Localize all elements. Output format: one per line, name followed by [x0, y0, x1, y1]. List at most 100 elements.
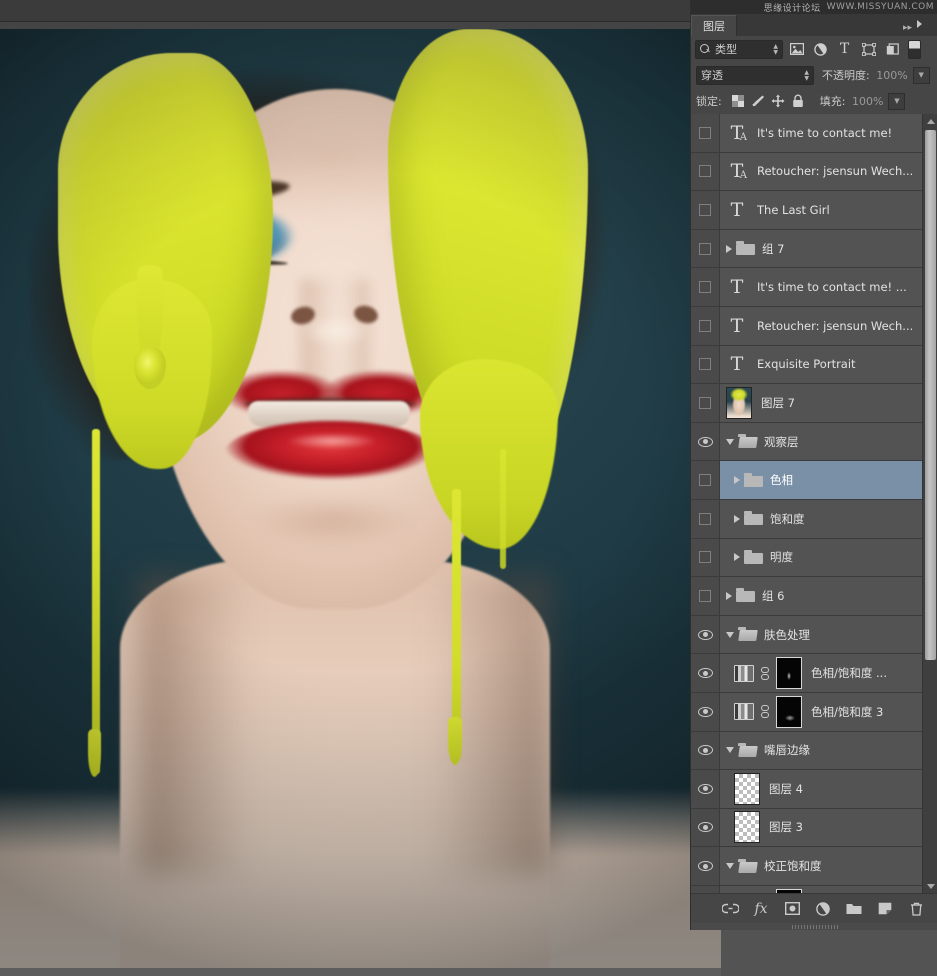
layer-row[interactable]: 观察层 [691, 422, 923, 462]
layer-row[interactable]: T It's time to contact me! ... [691, 268, 923, 307]
layer-visibility-toggle-off[interactable] [691, 461, 720, 499]
type-layer-filter-icon[interactable]: T [834, 39, 855, 59]
new-adjustment-layer-button[interactable] [813, 899, 833, 919]
smart-object-filter-icon[interactable] [882, 39, 903, 59]
layer-visibility-toggle-on[interactable] [691, 731, 720, 770]
layer-visibility-toggle-off[interactable] [691, 345, 720, 384]
layer-visibility-toggle-on[interactable] [691, 885, 720, 893]
fill-value[interactable]: 100% [848, 93, 886, 110]
fill-dropdown-icon[interactable]: ▼ [888, 92, 906, 110]
layer-thumbnail[interactable] [734, 811, 760, 844]
layer-row[interactable]: T A Retoucher: jsensun Wech... [691, 152, 923, 192]
layer-row[interactable]: 校正饱和度 [691, 847, 923, 886]
layer-visibility-toggle-off[interactable] [691, 268, 720, 306]
lock-position-icon[interactable] [768, 92, 788, 110]
layer-visibility-toggle-on[interactable] [691, 770, 720, 808]
layer-row[interactable]: 色相/饱和度 1 [691, 885, 923, 893]
layer-thumbnail[interactable] [734, 772, 760, 805]
layer-row[interactable]: 图层 3 [691, 808, 923, 848]
panel-tab-strip: 图层 ▸▸ [691, 14, 937, 36]
layer-name: It's time to contact me! [757, 125, 893, 140]
blend-mode-select[interactable]: 穿透 ▲ ▼ [696, 65, 814, 85]
layer-visibility-toggle-off[interactable] [691, 191, 720, 229]
type-layer-icon: T [730, 198, 744, 221]
layer-row[interactable]: 组 7 [691, 229, 923, 269]
double-chevron-right-icon[interactable]: ▸▸ [903, 23, 912, 33]
delete-layer-button[interactable] [906, 899, 926, 919]
chevron-right-icon[interactable] [726, 591, 732, 600]
layer-mask-thumbnail[interactable] [776, 657, 802, 690]
chevron-down-icon[interactable] [726, 863, 734, 870]
layer-style-fx-button[interactable]: fx [751, 899, 771, 919]
shape-layer-filter-icon[interactable] [858, 39, 879, 59]
scrollbar-thumb[interactable] [925, 130, 936, 660]
layer-visibility-toggle-on[interactable] [691, 422, 720, 461]
chevron-down-icon[interactable] [726, 631, 734, 638]
layer-row[interactable]: 图层 7 [691, 384, 923, 423]
layer-row[interactable]: T Retoucher: jsensun Wech... [691, 306, 923, 346]
layer-visibility-toggle-on[interactable] [691, 808, 720, 847]
layer-row[interactable]: T Exquisite Portrait [691, 345, 923, 385]
image-canvas[interactable] [0, 29, 721, 968]
chevron-right-icon[interactable] [726, 244, 732, 253]
layer-row[interactable]: 肤色处理 [691, 615, 923, 655]
stepper-arrows-icon[interactable]: ▲ ▼ [773, 43, 778, 55]
pixel-layer-filter-icon[interactable] [786, 39, 807, 59]
chevron-down-icon[interactable] [726, 438, 734, 445]
filter-type-select[interactable]: 类型 ▲ ▼ [695, 39, 783, 59]
layer-visibility-toggle-off[interactable] [691, 306, 720, 345]
layer-row[interactable]: 组 6 [691, 577, 923, 616]
layer-visibility-toggle-off[interactable] [691, 499, 720, 538]
layer-thumbnail[interactable] [726, 386, 752, 419]
layer-row[interactable]: T A It's time to contact me! [691, 114, 923, 153]
layer-list[interactable]: T A It's time to contact me! T A Retoucher: j… [691, 114, 923, 893]
layer-row[interactable]: 图层 4 [691, 770, 923, 809]
layer-row[interactable]: 明度 [691, 538, 923, 578]
mask-link-icon[interactable] [759, 665, 771, 682]
layer-visibility-toggle-off[interactable] [691, 114, 720, 152]
filter-enable-toggle[interactable] [908, 39, 921, 59]
add-layer-mask-button[interactable] [782, 899, 802, 919]
link-layers-button[interactable] [720, 899, 740, 919]
tab-layers[interactable]: 图层 [691, 15, 737, 36]
hue-saturation-adjustment-icon[interactable] [734, 664, 754, 682]
panel-resize-grip[interactable] [691, 923, 937, 930]
layer-visibility-toggle-on[interactable] [691, 847, 720, 885]
chevron-right-icon[interactable] [734, 514, 740, 523]
stepper-arrows-icon[interactable]: ▲ ▼ [804, 69, 809, 81]
layer-row[interactable]: 色相/饱和度 ... [691, 654, 923, 693]
hue-saturation-adjustment-icon[interactable] [734, 703, 754, 721]
layer-mask-thumbnail[interactable] [776, 695, 802, 728]
lock-transparent-pixels-icon[interactable] [728, 92, 748, 110]
layer-row[interactable]: 嘴唇边缘 [691, 731, 923, 771]
lock-image-pixels-icon[interactable] [748, 92, 768, 110]
layer-row[interactable]: 饱和度 [691, 499, 923, 539]
layer-visibility-toggle-off[interactable] [691, 229, 720, 268]
eye-icon [697, 436, 713, 447]
opacity-value[interactable]: 100% [873, 67, 911, 84]
mask-link-icon[interactable] [759, 703, 771, 720]
layer-visibility-toggle-off[interactable] [691, 577, 720, 615]
layer-visibility-toggle-on[interactable] [691, 692, 720, 731]
layer-visibility-toggle-off[interactable] [691, 152, 720, 191]
panel-menu-icon[interactable] [917, 19, 933, 33]
scroll-down-arrow[interactable] [923, 879, 937, 893]
adjustment-layer-filter-icon[interactable] [810, 39, 831, 59]
layer-row[interactable]: T The Last Girl [691, 191, 923, 230]
document-area [0, 0, 721, 976]
opacity-dropdown-icon[interactable]: ▼ [912, 66, 930, 84]
chevron-down-icon[interactable] [726, 747, 734, 754]
chevron-right-icon[interactable] [734, 476, 740, 485]
new-group-button[interactable] [844, 899, 864, 919]
layer-visibility-toggle-on[interactable] [691, 654, 720, 692]
chevron-right-icon[interactable] [734, 553, 740, 562]
scroll-up-arrow[interactable] [923, 114, 937, 128]
lock-all-icon[interactable] [788, 92, 808, 110]
layer-visibility-toggle-on[interactable] [691, 615, 720, 654]
layer-list-scrollbar[interactable] [922, 114, 937, 893]
layer-row[interactable]: 色相/饱和度 3 [691, 692, 923, 732]
new-layer-button[interactable] [875, 899, 895, 919]
layer-row[interactable]: 色相 [691, 461, 923, 500]
layer-visibility-toggle-off[interactable] [691, 538, 720, 577]
layer-visibility-toggle-off[interactable] [691, 384, 720, 422]
